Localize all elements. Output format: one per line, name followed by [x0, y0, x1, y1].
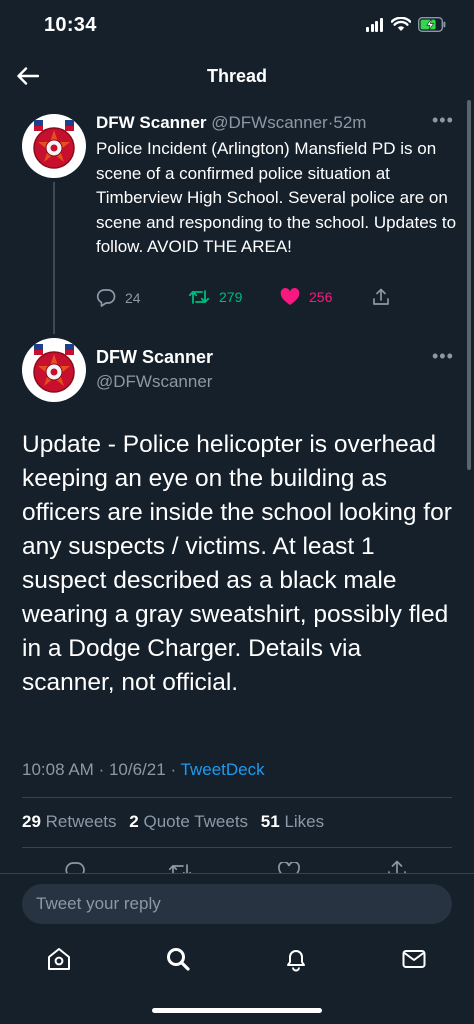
retweets-count: 29: [22, 812, 41, 831]
home-icon: [48, 948, 70, 970]
home-indicator[interactable]: [152, 1008, 322, 1013]
retweet-button[interactable]: 279: [188, 288, 242, 306]
nav-notifications[interactable]: [281, 944, 311, 974]
quote-tweets-label: Quote Tweets: [143, 812, 249, 831]
notifications-icon: [287, 950, 305, 972]
retweet-count: 279: [219, 289, 243, 305]
battery-charging-icon: [418, 17, 446, 32]
meta-separator: ·: [98, 760, 105, 779]
status-time: 10:34: [44, 14, 97, 36]
share-button[interactable]: [372, 288, 390, 306]
quote-tweets-count: 2: [129, 812, 139, 831]
tweet-actions: 24 279 256: [96, 288, 396, 310]
tweet-text: Update - Police helicopter is overhead k…: [22, 431, 452, 696]
likes-label: Likes: [284, 812, 325, 831]
like-count: 256: [309, 289, 333, 305]
more-options-icon[interactable]: •••: [432, 346, 454, 367]
nav-messages[interactable]: [399, 944, 429, 974]
reply-count: 24: [125, 289, 141, 306]
more-options-icon[interactable]: •••: [432, 110, 454, 131]
likes-count: 51: [260, 812, 280, 831]
likes-stat[interactable]: 51 Likes: [261, 812, 332, 831]
share-icon: [373, 288, 389, 305]
avatar[interactable]: [22, 114, 86, 178]
status-icons: [366, 17, 446, 32]
signal-icon: [366, 17, 384, 32]
retweets-label: Retweets: [45, 812, 117, 831]
divider: [22, 847, 452, 848]
fire-department-logo-icon: [33, 120, 75, 169]
like-button[interactable]: 256: [280, 288, 332, 306]
tweet-text: Police Incident (Arlington) Mansfield PD…: [96, 139, 457, 256]
tweet-source-link[interactable]: TweetDeck: [181, 760, 265, 779]
fire-department-logo-icon: [33, 344, 75, 393]
tweet-date: 10/6/21: [108, 760, 166, 779]
tweet-meta: 10:08 AM · 10/6/21 · TweetDeck: [22, 760, 265, 780]
nav-search[interactable]: [163, 944, 193, 974]
thread-connector-line: [53, 182, 55, 334]
wifi-icon: [391, 17, 411, 31]
retweet-icon: [188, 290, 210, 304]
messages-icon: [402, 950, 426, 968]
tweet-time[interactable]: 52m: [333, 113, 366, 132]
author-name[interactable]: DFW Scanner: [96, 347, 213, 368]
nav-home[interactable]: [44, 944, 74, 974]
tweet-time: 10:08 AM: [22, 760, 94, 779]
author-handle[interactable]: @DFWscanner: [211, 113, 327, 132]
tweet-header: DFW Scanner @DFWscanner·52m: [96, 113, 366, 133]
search-icon: [167, 948, 190, 971]
retweets-stat[interactable]: 29 Retweets: [22, 812, 125, 831]
scrollbar[interactable]: [467, 100, 471, 470]
like-icon: [280, 288, 300, 305]
tweet-stats: 29 Retweets 2 Quote Tweets 51 Likes: [22, 812, 332, 832]
avatar[interactable]: [22, 338, 86, 402]
reply-icon: [96, 289, 116, 307]
reply-button[interactable]: 24: [96, 288, 141, 307]
page-title: Thread: [206, 66, 267, 86]
author-name[interactable]: DFW Scanner: [96, 113, 207, 132]
quote-tweets-stat[interactable]: 2 Quote Tweets: [129, 812, 256, 831]
reply-input[interactable]: [22, 884, 452, 924]
divider: [22, 797, 452, 798]
author-handle[interactable]: @DFWscanner: [96, 372, 212, 392]
meta-separator: ·: [170, 760, 177, 779]
